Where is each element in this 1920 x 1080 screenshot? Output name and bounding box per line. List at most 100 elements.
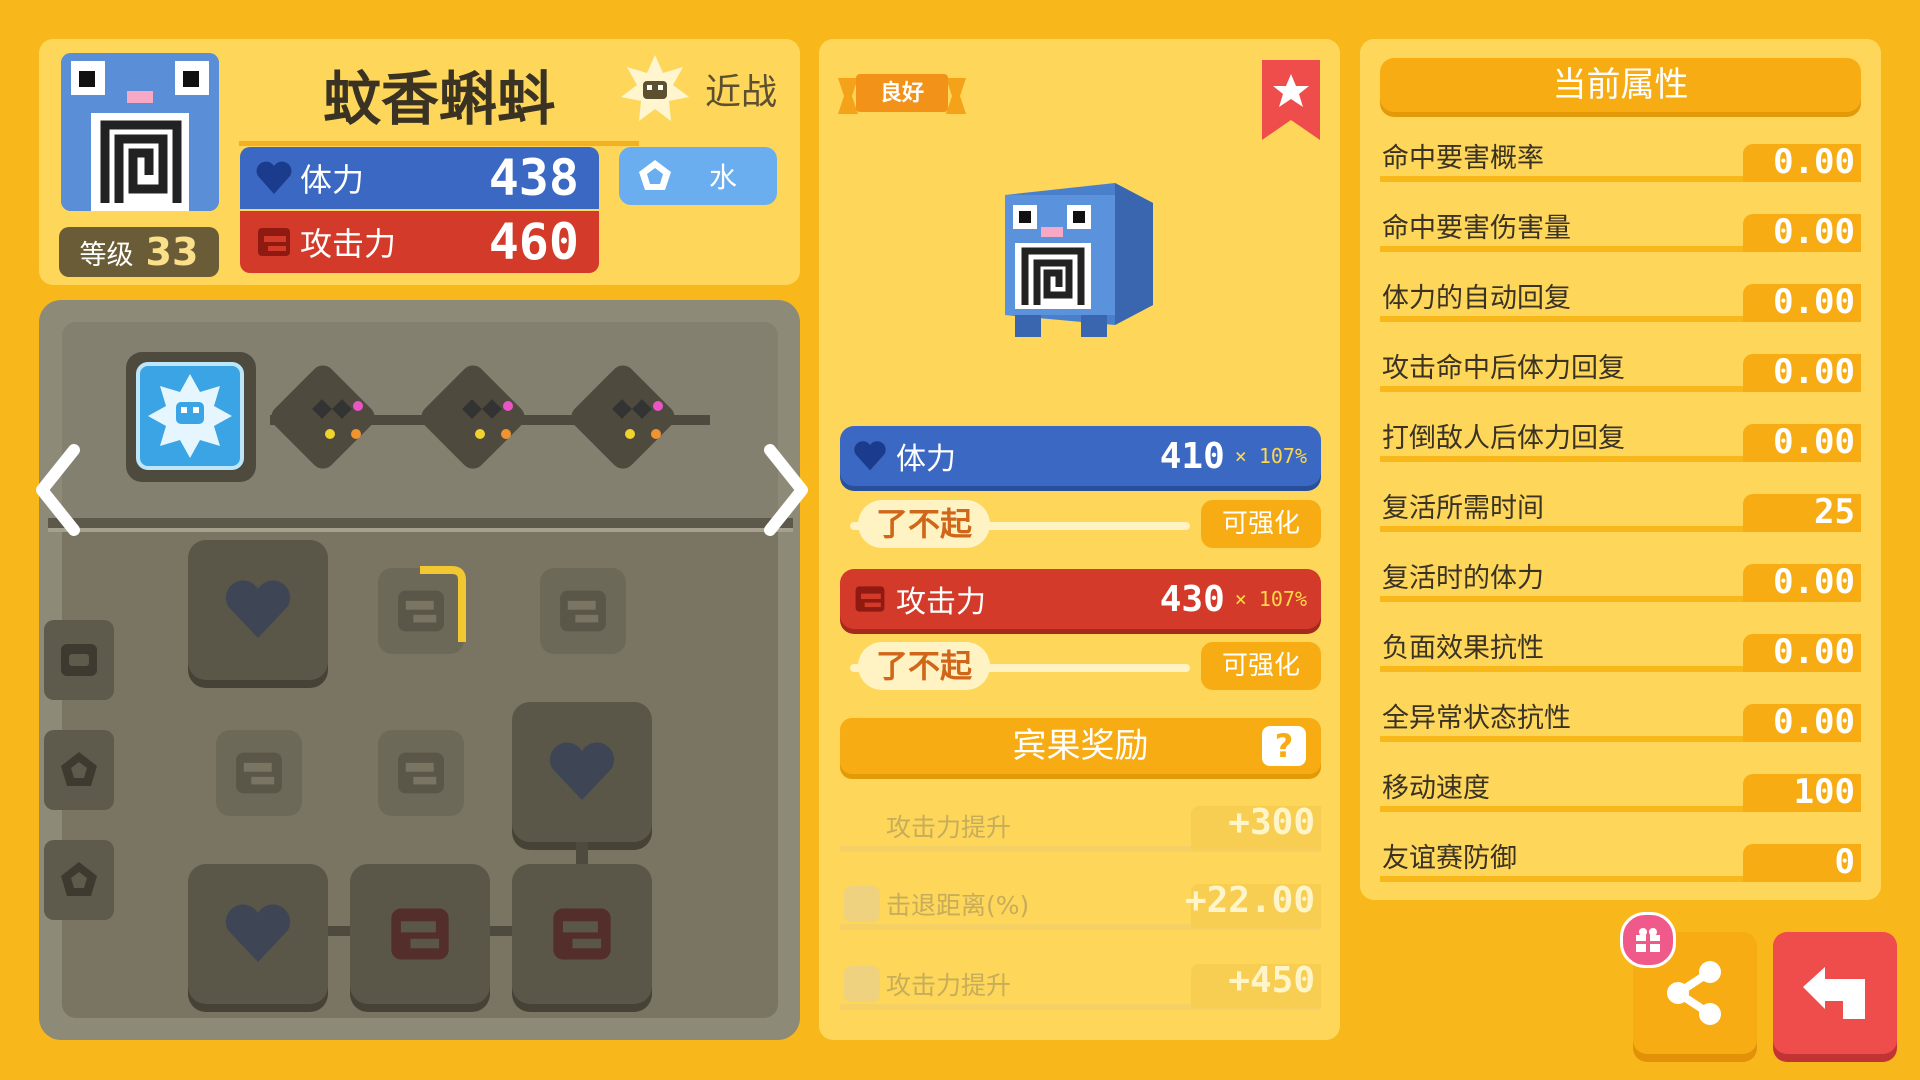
pokemon-name: 蚊香蝌蚪 [239,57,639,146]
attribute-label: 复活时的体力 [1382,563,1544,594]
hp-label: 体力 [300,161,365,199]
side-tab-water-2[interactable] [44,840,114,920]
move-slot[interactable] [126,352,256,482]
attribute-label: 全异常状态抗性 [1382,703,1571,734]
attack-value: 460 [488,213,579,271]
back-button[interactable] [1773,932,1897,1054]
attribute-label: 攻击命中后体力回复 [1382,353,1625,384]
gem-socket-3 [571,365,675,469]
attribute-value: 0.00 [1773,352,1855,392]
fist-icon [560,590,606,632]
heart-icon [225,580,291,638]
attribute-value: 0.00 [1773,142,1855,182]
attribute-row: 友谊赛防御 0 [1380,830,1861,892]
attribute-row: 复活所需时间 25 [1380,480,1861,542]
hp-upgrade-button[interactable]: 可强化 [1201,500,1321,548]
pokemon-model-image [1005,183,1153,337]
attribute-label: 体力的自动回复 [1382,283,1571,314]
stone-slot-atk-2[interactable] [512,864,652,1004]
attribute-label: 命中要害概率 [1382,143,1544,174]
bonus-row: 攻击力提升 +300 [840,800,1321,856]
stone-hp-label: 体力 [896,442,956,477]
share-icon [1667,961,1721,1025]
attribute-value: 0 [1834,842,1855,882]
heart-icon [225,904,291,962]
stone-slot-small-3[interactable] [216,730,302,816]
selection-cursor-icon [420,566,466,642]
bonus-value: +22.00 [1184,880,1315,921]
attribute-row: 攻击命中后体力回复 0.00 [1380,340,1861,402]
style-label: 近战 [705,72,778,113]
level-label: 等级 [79,239,134,271]
divider-highlight [48,528,793,532]
bubble-move-icon [148,374,232,458]
attribute-label: 友谊赛防御 [1382,843,1517,874]
attack-rank-label: 了不起 [858,642,991,690]
bonus-row: 击退距离(%) +22.00 [840,878,1321,934]
hp-rank-row: 了不起 可强化 [840,500,1321,550]
level-value: 33 [145,230,199,274]
stone-slot-small-2[interactable] [540,568,626,654]
fist-icon [553,908,611,960]
fist-icon [391,908,449,960]
attribute-row: 复活时的体力 0.00 [1380,550,1861,612]
water-type-icon [844,966,880,1002]
gift-box-icon [1636,928,1660,952]
attribute-label: 打倒敌人后体力回复 [1382,423,1625,454]
stone-attack-bar: 攻击力 430 × 107% [840,569,1321,629]
favorite-bookmark-icon[interactable] [1262,60,1320,140]
attack-label: 攻击力 [300,225,397,263]
water-type-icon [844,886,880,922]
stone-attack-value: 430 [1159,578,1225,620]
attribute-value: 0.00 [1773,702,1855,742]
heart-icon [549,742,615,800]
attribute-value: 100 [1793,772,1855,812]
attribute-row: 命中要害概率 0.00 [1380,130,1861,192]
water-type-icon [61,862,97,896]
stone-attack-multiplier: × 107% [1234,587,1307,611]
hp-value: 438 [488,149,579,207]
melee-burst-icon [621,55,689,121]
gem-socket-2 [421,365,525,469]
bonus-row: 攻击力提升 +450 [840,958,1321,1014]
previous-arrow-icon[interactable] [30,440,90,540]
stone-slot-hp-2[interactable] [512,702,652,842]
divider [48,518,793,528]
attribute-value: 0.00 [1773,562,1855,602]
attribute-row: 负面效果抗性 0.00 [1380,620,1861,682]
attribute-row: 移动速度 100 [1380,760,1861,822]
attack-rank-row: 了不起 可强化 [840,642,1321,692]
bonus-value: +450 [1228,960,1315,1001]
attribute-row: 命中要害伤害量 0.00 [1380,200,1861,262]
bonus-value: +300 [1228,802,1315,843]
attribute-row: 打倒敌人后体力回复 0.00 [1380,410,1861,472]
gift-icon[interactable] [1620,912,1676,968]
type-label: 水 [709,161,738,194]
attack-upgrade-button[interactable]: 可强化 [1201,642,1321,690]
gem-socket-1 [271,365,375,469]
current-attributes-header: 当前属性 [1380,58,1861,112]
attribute-value: 0.00 [1773,422,1855,462]
fist-icon [398,752,444,794]
attribute-label: 命中要害伤害量 [1382,213,1571,244]
attribute-value: 25 [1814,492,1855,532]
attribute-value: 0.00 [1773,212,1855,252]
hp-stat-bar: 体力 438 [240,147,599,209]
attribute-label: 负面效果抗性 [1382,633,1544,664]
stone-hp-bar: 体力 410 × 107% [840,426,1321,486]
bonus-label: 攻击力提升 [886,971,1012,1000]
level-badge: 等级 33 [59,227,219,277]
next-arrow-icon[interactable] [754,440,814,540]
side-tab-attack[interactable] [44,620,114,700]
stone-slot-atk-1[interactable] [350,864,490,1004]
hp-rank-label: 了不起 [858,500,991,548]
bingo-help-button[interactable]: ? [1262,726,1306,766]
gem-socket-row[interactable] [270,350,710,490]
stone-hp-value: 410 [1159,435,1225,477]
stone-slot-hp-1[interactable] [188,540,328,680]
stone-slot-hp-3[interactable] [188,864,328,1004]
stone-hp-multiplier: × 107% [1234,444,1307,468]
side-tab-water[interactable] [44,730,114,810]
heart-icon [256,161,292,194]
stone-slot-small-4[interactable] [378,730,464,816]
